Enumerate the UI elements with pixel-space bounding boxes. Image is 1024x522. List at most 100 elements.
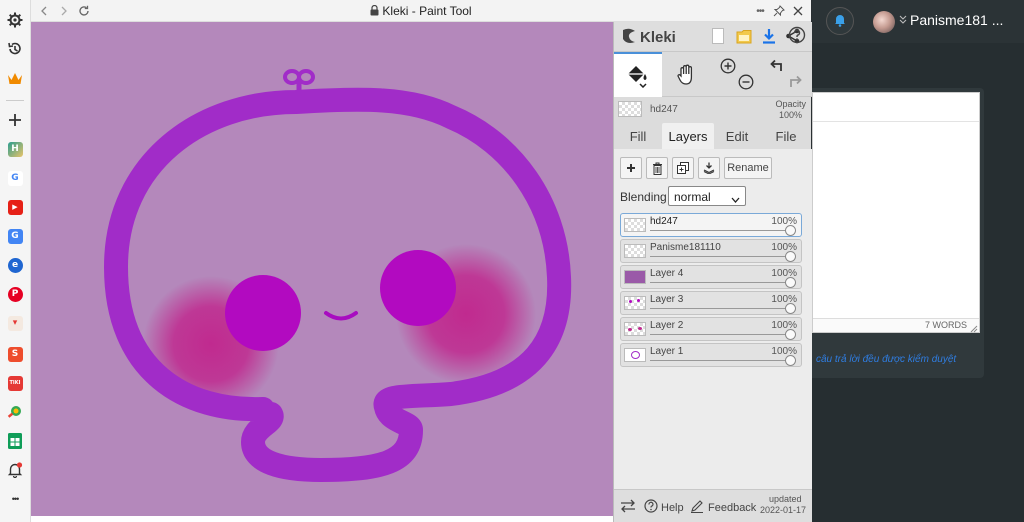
hand-tool[interactable]	[662, 52, 712, 97]
editor-toolbar-divider	[813, 121, 979, 122]
youtube-icon[interactable]: ▶	[5, 197, 25, 217]
tiki-icon[interactable]: TIKI	[5, 373, 25, 393]
sprout-leaf-left	[283, 69, 301, 85]
translate-icon[interactable]: G	[5, 226, 25, 246]
layer-thumbnail	[624, 322, 646, 336]
save-icon[interactable]	[736, 28, 752, 47]
notification-bell-button[interactable]	[826, 7, 854, 35]
answer-card: 7 WORDS câu trả lời đều được kiểm duyệt	[812, 88, 984, 378]
blending-label: Blending	[620, 190, 667, 204]
download-icon[interactable]	[762, 28, 776, 47]
tab-layers[interactable]: Layers	[662, 123, 714, 149]
panel-footer: Help Feedback updated 2022-01-17	[614, 489, 812, 522]
layer-row[interactable]: Layer 3 100%	[620, 291, 802, 315]
layer-opacity-track	[650, 256, 791, 257]
layer-opacity-slider[interactable]	[785, 303, 796, 314]
new-file-icon[interactable]	[712, 28, 724, 47]
panel-tabs: Fill Layers Edit File	[614, 123, 812, 149]
layer-thumbnail	[624, 270, 646, 284]
window-title-text: Kleki - Paint Tool	[382, 4, 472, 18]
right-eye	[380, 250, 456, 326]
layer-opacity-slider[interactable]	[785, 355, 796, 366]
close-icon[interactable]	[789, 2, 807, 20]
h-app-icon[interactable]: H	[5, 139, 25, 159]
history-tools	[762, 52, 810, 97]
feedback-icon	[690, 499, 704, 516]
layer-opacity-slider[interactable]	[785, 277, 796, 288]
help-icon	[644, 499, 658, 516]
gear-icon[interactable]	[5, 10, 25, 30]
duplicate-layer-button[interactable]	[672, 157, 694, 179]
layer-opacity-slider[interactable]	[785, 329, 796, 340]
zoom-in-icon[interactable]	[720, 58, 736, 77]
blending-select[interactable]: normal	[668, 186, 746, 206]
current-layer-name: hd247	[650, 104, 678, 115]
layer-thumbnail	[624, 348, 646, 362]
feedback-button[interactable]: Feedback	[690, 499, 756, 516]
layer-opacity-slider[interactable]	[785, 225, 796, 236]
tab-fill[interactable]: Fill	[614, 123, 662, 149]
layer-name: Layer 3	[650, 294, 684, 305]
shopee-icon[interactable]: S	[5, 344, 25, 364]
username[interactable]: Panisme181 ...	[910, 12, 1003, 28]
e-app-icon[interactable]: e	[5, 255, 25, 275]
gift-icon[interactable]: ▾	[5, 313, 25, 333]
more-options-icon[interactable]: •••	[751, 2, 769, 20]
lock-icon	[370, 4, 379, 19]
updated-date: 2022-01-17	[760, 505, 807, 515]
browser-sidebar: H G ▶ G e P ▾ S TIKI •••	[0, 0, 31, 522]
search-app-icon[interactable]	[5, 402, 25, 422]
kleki-logo-text: Kleki	[640, 29, 676, 46]
help-button[interactable]: Help	[644, 499, 684, 516]
layer-opacity-slider[interactable]	[785, 251, 796, 262]
fill-tool[interactable]	[614, 52, 662, 97]
pin-icon[interactable]	[770, 2, 788, 20]
layer-name: Layer 4	[650, 268, 684, 279]
zoom-out-icon[interactable]	[738, 74, 754, 93]
chevron-down-icon	[899, 13, 907, 27]
kleki-logo-icon	[620, 27, 638, 48]
crown-icon[interactable]	[5, 69, 25, 89]
bell-icon[interactable]	[5, 460, 25, 480]
delete-layer-button[interactable]	[646, 157, 668, 179]
rename-layer-button[interactable]: Rename	[724, 157, 772, 179]
tool-bar	[614, 52, 812, 97]
kleki-side-panel: Kleki hd247 Opacity 100% Fill Layers Edi…	[613, 22, 812, 522]
google-icon[interactable]: G	[5, 168, 25, 188]
layer-opacity-track	[650, 308, 791, 309]
undo-icon[interactable]	[768, 58, 784, 77]
artwork	[104, 69, 572, 482]
layer-row[interactable]: hd247 100%	[620, 213, 802, 237]
add-layer-button[interactable]	[620, 157, 642, 179]
redo-icon[interactable]	[788, 74, 804, 93]
word-count: 7 WORDS	[924, 320, 967, 330]
opacity-label: Opacity	[775, 99, 806, 109]
pinterest-icon[interactable]: P	[5, 284, 25, 304]
mouth	[324, 311, 358, 321]
help-question-icon[interactable]	[788, 26, 808, 46]
sidebar-divider	[6, 100, 24, 101]
layers-panel: Rename Blending normal hd247 100% Panism…	[614, 149, 812, 489]
opacity-value: 100%	[778, 110, 802, 120]
layer-row[interactable]: Layer 2 100%	[620, 317, 802, 341]
avatar[interactable]	[873, 11, 895, 33]
merge-layer-button[interactable]	[698, 157, 720, 179]
answer-editor[interactable]: 7 WORDS	[812, 92, 980, 333]
layer-row[interactable]: Layer 1 100%	[620, 343, 802, 367]
sheets-icon[interactable]	[5, 431, 25, 451]
layer-row[interactable]: Panisme181110 100%	[620, 239, 802, 263]
layer-thumbnail	[624, 296, 646, 310]
swap-side-icon[interactable]	[620, 499, 636, 516]
blending-select-value: normal	[674, 190, 711, 204]
drawing-canvas[interactable]	[31, 22, 613, 516]
layer-thumbnail	[624, 244, 646, 258]
current-layer-info: hd247 Opacity 100%	[614, 97, 812, 123]
plus-icon[interactable]	[5, 110, 25, 130]
history-icon[interactable]	[5, 39, 25, 59]
tab-file[interactable]: File	[760, 123, 812, 149]
resize-handle-icon[interactable]	[970, 322, 978, 336]
kleki-logo[interactable]: Kleki	[620, 27, 676, 48]
layer-row[interactable]: Layer 4 100%	[620, 265, 802, 289]
more-icon[interactable]: •••	[5, 489, 25, 509]
tab-edit[interactable]: Edit	[714, 123, 760, 149]
